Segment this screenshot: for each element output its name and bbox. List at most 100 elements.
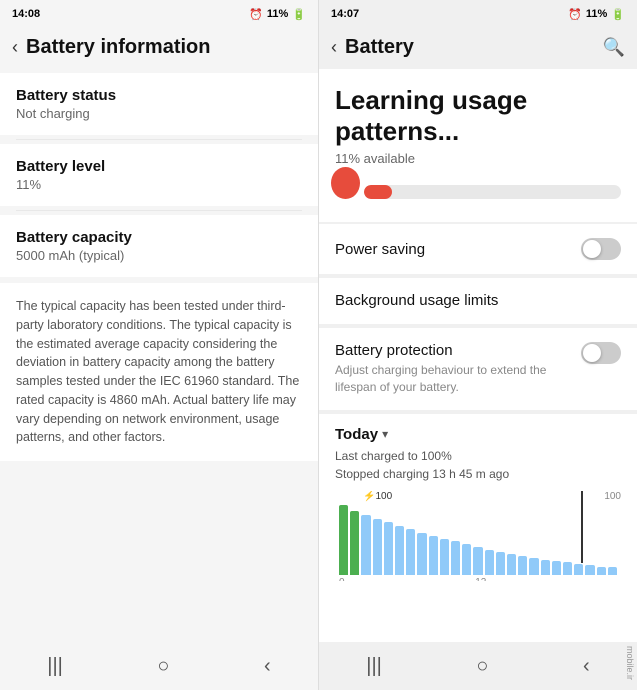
- chart-bar: [585, 565, 594, 575]
- bg-usage-label: Background usage limits: [335, 292, 498, 309]
- watermark: mobile.ir: [625, 646, 635, 680]
- battery-status-label: Battery status: [16, 87, 302, 104]
- right-home-button[interactable]: ○: [476, 655, 488, 678]
- chart-bar: [406, 529, 415, 575]
- right-panel: 14:07 ⏰ 11% 🔋 ‹ Battery 🔍 Learning usage…: [318, 0, 637, 690]
- battery-hero-title: Learning usagepatterns...: [335, 85, 621, 147]
- power-saving-row[interactable]: Power saving: [319, 224, 637, 274]
- bg-usage-row[interactable]: Background usage limits: [319, 278, 637, 324]
- right-back-nav-button[interactable]: ‹: [583, 655, 590, 678]
- today-label: Today: [335, 426, 378, 443]
- chart-current-line: [581, 491, 583, 563]
- left-header-title: Battery information: [26, 36, 210, 59]
- chart-bar: [518, 556, 527, 575]
- battery-protection-toggle[interactable]: [581, 342, 621, 364]
- power-saving-label: Power saving: [335, 241, 425, 258]
- chart-bar: [373, 519, 382, 575]
- charge-info-line1: Last charged to 100%: [335, 447, 621, 465]
- right-header-title: Battery: [345, 36, 414, 59]
- right-recent-button[interactable]: |||: [366, 655, 382, 678]
- charge-info: Last charged to 100% Stopped charging 13…: [335, 447, 621, 483]
- chart-bar: [541, 560, 550, 575]
- battery-protection-text: Battery protection Adjust charging behav…: [335, 342, 581, 396]
- chart-bar: [597, 567, 606, 575]
- today-section: Today ▾ Last charged to 100% Stopped cha…: [319, 414, 637, 642]
- battery-capacity-card: Battery capacity 5000 mAh (typical): [0, 215, 318, 277]
- chart-bar: [417, 533, 426, 575]
- chart-bar: [451, 541, 460, 575]
- chart-bar: [485, 550, 494, 575]
- chart-bar: [429, 536, 438, 575]
- left-back-nav-button[interactable]: ‹: [264, 655, 271, 678]
- chart-bar: [552, 561, 561, 575]
- chart-bar: [462, 544, 471, 575]
- battery-level-value: 11%: [16, 177, 302, 192]
- battery-bar-fill: [364, 185, 392, 199]
- left-back-button[interactable]: ‹: [12, 37, 18, 58]
- battery-available: 11% available: [335, 151, 621, 166]
- chart-bar: [339, 505, 348, 575]
- right-nav-bar: ||| ○ ‹: [319, 642, 637, 690]
- chart-axis: 0 12: [335, 575, 621, 581]
- divider-1: [16, 139, 302, 140]
- right-battery-percent: 11%: [586, 8, 607, 20]
- chart-right-label: 100: [604, 491, 621, 502]
- left-panel: 14:08 ⏰ 11% 🔋 ‹ Battery information Batt…: [0, 0, 318, 690]
- chart-top-label: ⚡100: [363, 491, 392, 502]
- right-alarm-icon: ⏰: [568, 8, 582, 21]
- battery-bar: [364, 185, 621, 199]
- battery-note-text: The typical capacity has been tested und…: [16, 297, 302, 447]
- chart-bar: [395, 526, 404, 575]
- battery-capacity-label: Battery capacity: [16, 229, 302, 246]
- left-battery-percent: 11%: [267, 8, 288, 20]
- chart-bar: [529, 558, 538, 575]
- chart-bar: [350, 511, 359, 575]
- left-time: 14:08: [12, 8, 40, 20]
- chart-axis-left: 0: [339, 577, 345, 581]
- left-status-bar: 14:08 ⏰ 11% 🔋: [0, 0, 318, 28]
- battery-protection-card[interactable]: Battery protection Adjust charging behav…: [319, 328, 637, 410]
- battery-dot-indicator: [331, 167, 360, 199]
- battery-chart: ⚡100 100 0 12: [335, 491, 621, 581]
- left-nav-bar: ||| ○ ‹: [0, 642, 318, 690]
- chart-bar: [496, 552, 505, 575]
- battery-level-label: Battery level: [16, 158, 302, 175]
- power-saving-toggle[interactable]: [581, 238, 621, 260]
- chart-bar: [440, 539, 449, 575]
- battery-status-value: Not charging: [16, 106, 302, 121]
- chart-bar: [507, 554, 516, 575]
- battery-protection-desc: Adjust charging behaviour to extend the …: [335, 362, 571, 396]
- right-time: 14:07: [331, 8, 359, 20]
- chart-bars-container: [335, 505, 621, 575]
- left-home-button[interactable]: ○: [157, 655, 169, 678]
- right-status-right: ⏰ 11% 🔋: [568, 8, 625, 21]
- left-battery-icon: 🔋: [292, 8, 306, 21]
- search-button[interactable]: 🔍: [603, 37, 625, 58]
- right-battery-icon: 🔋: [611, 8, 625, 21]
- charge-info-line2: Stopped charging 13 h 45 m ago: [335, 465, 621, 483]
- battery-note: The typical capacity has been tested und…: [0, 283, 318, 461]
- divider-2: [16, 210, 302, 211]
- left-header: ‹ Battery information: [0, 28, 318, 69]
- right-header-left: ‹ Battery: [331, 36, 414, 59]
- right-content: Learning usagepatterns... 11% available …: [319, 69, 637, 642]
- left-status-right: ⏰ 11% 🔋: [249, 8, 306, 21]
- right-header: ‹ Battery 🔍: [319, 28, 637, 69]
- chart-bar: [361, 515, 370, 575]
- right-back-button[interactable]: ‹: [331, 37, 337, 58]
- battery-level-card: Battery level 11%: [0, 144, 318, 206]
- chart-bar: [384, 522, 393, 575]
- chart-bar: [608, 567, 617, 575]
- battery-protection-title: Battery protection: [335, 342, 571, 359]
- left-recent-button[interactable]: |||: [47, 655, 63, 678]
- chart-axis-middle: 12: [475, 577, 486, 581]
- battery-capacity-value: 5000 mAh (typical): [16, 248, 302, 263]
- today-dropdown-icon[interactable]: ▾: [382, 427, 388, 441]
- chart-bar: [563, 562, 572, 575]
- today-header: Today ▾: [335, 426, 621, 443]
- left-alarm-icon: ⏰: [249, 8, 263, 21]
- battery-hero-card: Learning usagepatterns... 11% available: [319, 69, 637, 222]
- right-status-bar: 14:07 ⏰ 11% 🔋: [319, 0, 637, 28]
- chart-bar: [574, 564, 583, 575]
- battery-status-card: Battery status Not charging: [0, 73, 318, 135]
